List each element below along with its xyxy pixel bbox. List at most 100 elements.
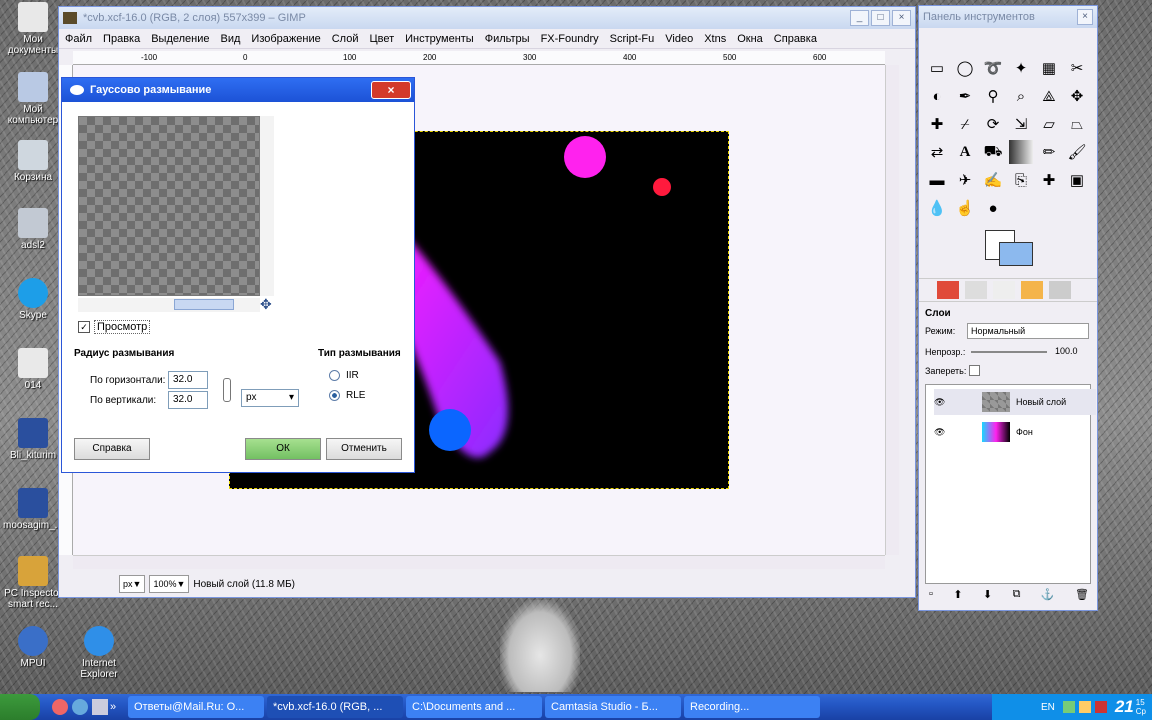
layer-row-background[interactable]: 👁 Фон xyxy=(934,419,1096,445)
color-select-icon[interactable]: ▦ xyxy=(1037,56,1061,80)
quicklaunch-desktop-icon[interactable] xyxy=(92,699,108,715)
menu-file[interactable]: Файл xyxy=(65,33,92,45)
foreground-select-icon[interactable]: ◐ xyxy=(925,84,949,108)
raise-layer-icon[interactable]: ⬆ xyxy=(953,588,962,601)
smudge-icon[interactable]: ☝ xyxy=(953,196,977,220)
preview-checkbox-row[interactable]: ✓ Просмотр xyxy=(78,320,151,334)
new-layer-icon[interactable]: ▫ xyxy=(929,588,933,601)
menu-tools[interactable]: Инструменты xyxy=(405,33,474,45)
scale-icon[interactable]: ⇲ xyxy=(1009,112,1033,136)
blur-preview[interactable] xyxy=(78,116,260,296)
duplicate-layer-icon[interactable]: ⧉ xyxy=(1013,588,1021,601)
delete-layer-icon[interactable]: 🗑 xyxy=(1075,588,1089,601)
help-button[interactable]: Справка xyxy=(74,438,150,460)
color-picker-icon[interactable]: ⚲ xyxy=(981,84,1005,108)
desktop-icon-my-documents[interactable]: Мои документы xyxy=(0,2,66,56)
quicklaunch-more-icon[interactable]: » xyxy=(110,701,118,713)
eye-icon[interactable]: 👁 xyxy=(934,427,948,438)
airbrush-icon[interactable]: ✈ xyxy=(953,168,977,192)
task-gimp[interactable]: *cvb.xcf-16.0 (RGB, ... xyxy=(267,696,403,718)
horizontal-ruler[interactable]: -100 0 100 200 300 400 500 600 xyxy=(73,51,885,65)
lasso-icon[interactable]: ➰ xyxy=(981,56,1005,80)
text-tool-icon[interactable]: A xyxy=(953,140,977,164)
blur-sharpen-icon[interactable]: 💧 xyxy=(925,196,949,220)
measure-icon[interactable]: ⟁ xyxy=(1037,84,1061,108)
ink-icon[interactable]: ✍ xyxy=(981,168,1005,192)
desktop-icon-adsl2[interactable]: adsl2 xyxy=(0,208,66,251)
vertical-scrollbar[interactable] xyxy=(885,65,899,555)
paths-icon[interactable]: ✒ xyxy=(953,84,977,108)
background-color-swatch[interactable] xyxy=(999,242,1033,266)
ok-button[interactable]: ОК xyxy=(245,438,321,460)
menu-image[interactable]: Изображение xyxy=(251,33,320,45)
clock-hours[interactable]: 21 xyxy=(1115,697,1134,717)
preview-scroll-thumb[interactable] xyxy=(174,299,234,310)
menu-layer[interactable]: Слой xyxy=(332,33,359,45)
menu-select[interactable]: Выделение xyxy=(151,33,209,45)
toolbox-titlebar[interactable]: Панель инструментов × xyxy=(919,6,1097,28)
menu-windows[interactable]: Окна xyxy=(737,33,763,45)
crop-icon[interactable]: ⌿ xyxy=(953,112,977,136)
flip-icon[interactable]: ⇄ xyxy=(925,140,949,164)
horizontal-scrollbar[interactable] xyxy=(73,555,885,569)
menu-fx-foundry[interactable]: FX-Foundry xyxy=(541,33,599,45)
task-recording[interactable]: Recording... xyxy=(684,696,820,718)
radio-rle[interactable] xyxy=(329,390,340,401)
menu-script-fu[interactable]: Script-Fu xyxy=(610,33,655,45)
preview-hscrollbar[interactable] xyxy=(78,298,260,312)
scissors-icon[interactable]: ✂ xyxy=(1065,56,1089,80)
quicklaunch-firefox-icon[interactable] xyxy=(52,699,68,715)
tray-network-icon[interactable] xyxy=(1062,701,1075,713)
unit-dropdown[interactable]: px ▾ xyxy=(241,389,299,407)
dodge-burn-icon[interactable]: ● xyxy=(981,196,1005,220)
desktop-icon-recycle-bin[interactable]: Корзина xyxy=(0,140,66,183)
colormap-tab-icon[interactable] xyxy=(1021,281,1043,299)
minimize-button[interactable]: _ xyxy=(850,10,869,26)
tray-volume-icon[interactable] xyxy=(1078,701,1091,713)
lock-alpha-checkbox[interactable] xyxy=(969,365,980,376)
clone-icon[interactable]: ⎘ xyxy=(1009,168,1033,192)
toolbox-close-button[interactable]: × xyxy=(1077,9,1093,25)
channels-tab-icon[interactable] xyxy=(965,281,987,299)
gimp-titlebar[interactable]: *cvb.xcf-16.0 (RGB, 2 слоя) 557x399 – GI… xyxy=(59,7,915,29)
menu-video[interactable]: Video xyxy=(665,33,693,45)
desktop-icon-moosagim[interactable]: moosagim_... xyxy=(0,488,66,531)
desktop-icon-014[interactable]: 014 xyxy=(0,348,66,391)
task-mail[interactable]: Ответы@Mail.Ru: О... xyxy=(128,696,264,718)
radio-iir[interactable] xyxy=(329,370,340,381)
blend-icon[interactable] xyxy=(1009,140,1033,164)
quicklaunch-ie-icon[interactable] xyxy=(72,699,88,715)
histogram-tab-icon[interactable] xyxy=(1049,281,1071,299)
paths-tab-icon[interactable] xyxy=(993,281,1015,299)
rotate-icon[interactable]: ⟳ xyxy=(981,112,1005,136)
dialog-close-button[interactable]: × xyxy=(371,81,411,99)
menu-filters[interactable]: Фильтры xyxy=(485,33,530,45)
heal-icon[interactable]: ✚ xyxy=(1037,168,1061,192)
preview-checkbox[interactable]: ✓ xyxy=(78,321,90,333)
cancel-button[interactable]: Отменить xyxy=(326,438,402,460)
menu-colors[interactable]: Цвет xyxy=(369,33,394,45)
perspective-clone-icon[interactable]: ▣ xyxy=(1065,168,1089,192)
menu-edit[interactable]: Правка xyxy=(103,33,140,45)
task-camtasia[interactable]: Camtasia Studio - Б... xyxy=(545,696,681,718)
maximize-button[interactable]: □ xyxy=(871,10,890,26)
eraser-icon[interactable]: ▬ xyxy=(925,168,949,192)
desktop-icon-pc-inspector[interactable]: PC Inspector smart rec... xyxy=(0,556,66,610)
bucket-fill-icon[interactable]: ⛟ xyxy=(981,140,1005,164)
unit-select[interactable]: px ▼ xyxy=(119,575,146,593)
language-indicator[interactable]: EN xyxy=(1041,702,1055,713)
horizontal-radius-input[interactable]: 32.0 xyxy=(168,371,208,389)
rect-select-icon[interactable]: ▭ xyxy=(925,56,949,80)
opacity-slider[interactable] xyxy=(971,351,1047,353)
anchor-layer-icon[interactable]: ⚓ xyxy=(1041,588,1055,601)
layers-tab-icon[interactable] xyxy=(937,281,959,299)
layer-row-new[interactable]: 👁 Новый слой xyxy=(934,389,1096,415)
pencil-icon[interactable]: ✏ xyxy=(1037,140,1061,164)
desktop-icon-internet-explorer[interactable]: Internet Explorer xyxy=(66,626,132,680)
zoom-select[interactable]: 100% ▼ xyxy=(149,575,190,593)
desktop-icon-skype[interactable]: Skype xyxy=(0,278,66,321)
shear-icon[interactable]: ▱ xyxy=(1037,112,1061,136)
desktop-icon-mpui[interactable]: MPUI xyxy=(0,626,66,669)
menu-view[interactable]: Вид xyxy=(221,33,241,45)
paintbrush-icon[interactable]: 🖌 xyxy=(1065,140,1089,164)
